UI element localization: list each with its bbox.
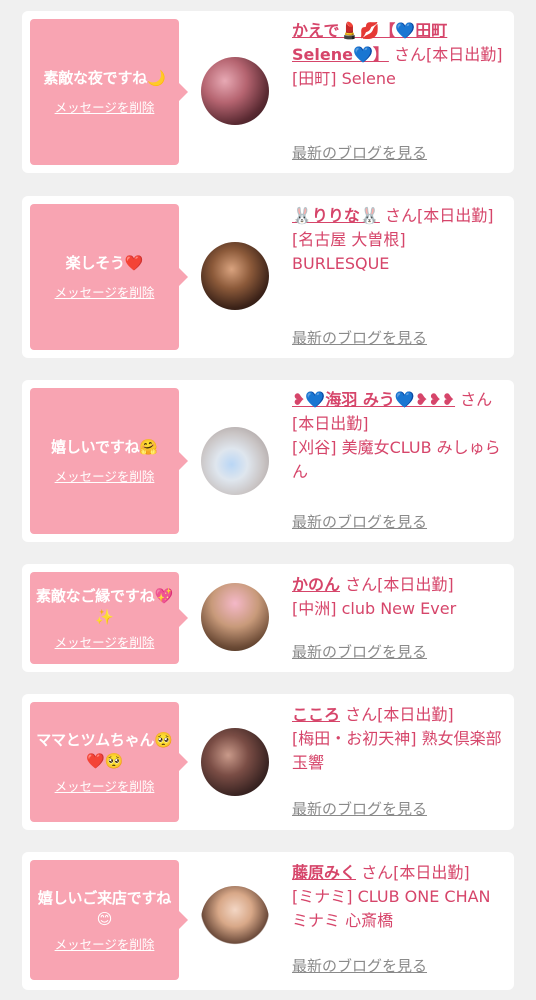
shop-name: [中洲] club New Ever bbox=[292, 599, 457, 618]
delete-message-link[interactable]: メッセージを削除 bbox=[55, 282, 155, 301]
delete-message-link[interactable]: メッセージを削除 bbox=[55, 632, 155, 651]
message-card: 嬉しいですね🤗 メッセージを削除 ❥💙海羽 みう💙❥❥❥ さん[本日出勤] [刈… bbox=[22, 380, 514, 542]
message-card: ママとツムちゃん🥺❤️🥺 メッセージを削除 こころ さん[本日出勤] [梅田・お… bbox=[22, 694, 514, 830]
shop-name: [梅田・お初天神] 熟女倶楽部 玉響 bbox=[292, 729, 502, 772]
attendance-status: さん[本日出勤] bbox=[393, 45, 503, 64]
cast-info: かのん さん[本日出勤] [中洲] club New Ever bbox=[292, 573, 508, 621]
delete-message-link[interactable]: メッセージを削除 bbox=[55, 776, 155, 795]
attendance-status: さん[本日出勤] bbox=[345, 705, 454, 724]
cast-name-link[interactable]: こころ bbox=[292, 705, 340, 724]
message-card: 素敵な夜ですね🌙 メッセージを削除 かえで💄💋【💙田町Selene💙】 さん[本… bbox=[22, 11, 514, 173]
attendance-status: さん[本日出勤] bbox=[384, 206, 494, 225]
attendance-status: さん[本日出勤] bbox=[361, 863, 470, 882]
message-text: 素敵なご縁ですね💖✨ bbox=[36, 586, 173, 626]
message-text: 素敵な夜ですね🌙 bbox=[43, 69, 166, 87]
message-text: 嬉しいご来店ですね😊 bbox=[37, 888, 172, 928]
avatar[interactable] bbox=[201, 583, 269, 651]
latest-blog-link[interactable]: 最新のブログを見る bbox=[292, 327, 427, 348]
latest-blog-link[interactable]: 最新のブログを見る bbox=[292, 641, 427, 662]
message-bubble: 楽しそう❤️ メッセージを削除 bbox=[30, 204, 188, 350]
delete-message-link[interactable]: メッセージを削除 bbox=[55, 97, 155, 116]
message-bubble: ママとツムちゃん🥺❤️🥺 メッセージを削除 bbox=[30, 702, 188, 822]
cast-info: かえで💄💋【💙田町Selene💙】 さん[本日出勤] [田町] Selene bbox=[292, 19, 508, 91]
latest-blog-link[interactable]: 最新のブログを見る bbox=[292, 511, 427, 532]
avatar[interactable] bbox=[201, 427, 269, 495]
message-card: 嬉しいご来店ですね😊 メッセージを削除 藤原みく さん[本日出勤] [ミナミ] … bbox=[22, 852, 514, 990]
message-bubble: 素敵なご縁ですね💖✨ メッセージを削除 bbox=[30, 572, 188, 664]
cast-name-link[interactable]: 🐰りりな🐰 bbox=[292, 206, 380, 225]
delete-message-link[interactable]: メッセージを削除 bbox=[55, 466, 155, 485]
message-text: ママとツムちゃん🥺❤️🥺 bbox=[36, 730, 173, 770]
shop-name: [田町] Selene bbox=[292, 69, 396, 88]
message-bubble: 嬉しいご来店ですね😊 メッセージを削除 bbox=[30, 860, 188, 980]
message-card: 楽しそう❤️ メッセージを削除 🐰りりな🐰 さん[本日出勤] [名古屋 大曽根]… bbox=[22, 196, 514, 358]
avatar[interactable] bbox=[201, 886, 269, 954]
avatar[interactable] bbox=[201, 57, 269, 125]
cast-info: こころ さん[本日出勤] [梅田・お初天神] 熟女倶楽部 玉響 bbox=[292, 703, 508, 775]
cast-info: 🐰りりな🐰 さん[本日出勤] [名古屋 大曽根] BURLESQUE bbox=[292, 204, 508, 276]
attendance-status: さん[本日出勤] bbox=[345, 575, 454, 594]
message-bubble: 素敵な夜ですね🌙 メッセージを削除 bbox=[30, 19, 188, 165]
latest-blog-link[interactable]: 最新のブログを見る bbox=[292, 798, 427, 819]
message-bubble: 嬉しいですね🤗 メッセージを削除 bbox=[30, 388, 188, 534]
message-text: 嬉しいですね🤗 bbox=[51, 438, 158, 456]
cast-name-link[interactable]: ❥💙海羽 みう💙❥❥❥ bbox=[292, 390, 455, 409]
cast-name-link[interactable]: かのん bbox=[292, 575, 340, 594]
shop-name: [ミナミ] CLUB ONE CHAN ミナミ 心斎橋 bbox=[292, 887, 491, 930]
shop-name: [名古屋 大曽根] BURLESQUE bbox=[292, 230, 406, 273]
message-card: 素敵なご縁ですね💖✨ メッセージを削除 かのん さん[本日出勤] [中洲] cl… bbox=[22, 564, 514, 672]
latest-blog-link[interactable]: 最新のブログを見る bbox=[292, 142, 427, 163]
latest-blog-link[interactable]: 最新のブログを見る bbox=[292, 955, 427, 976]
cast-info: 藤原みく さん[本日出勤] [ミナミ] CLUB ONE CHAN ミナミ 心斎… bbox=[292, 861, 508, 933]
shop-name: [刈谷] 美魔女CLUB みしゅらん bbox=[292, 438, 501, 481]
avatar[interactable] bbox=[201, 242, 269, 310]
avatar[interactable] bbox=[201, 728, 269, 796]
cast-name-link[interactable]: 藤原みく bbox=[292, 863, 356, 882]
message-text: 楽しそう❤️ bbox=[65, 254, 144, 272]
delete-message-link[interactable]: メッセージを削除 bbox=[55, 934, 155, 953]
cast-info: ❥💙海羽 みう💙❥❥❥ さん[本日出勤] [刈谷] 美魔女CLUB みしゅらん bbox=[292, 388, 508, 484]
